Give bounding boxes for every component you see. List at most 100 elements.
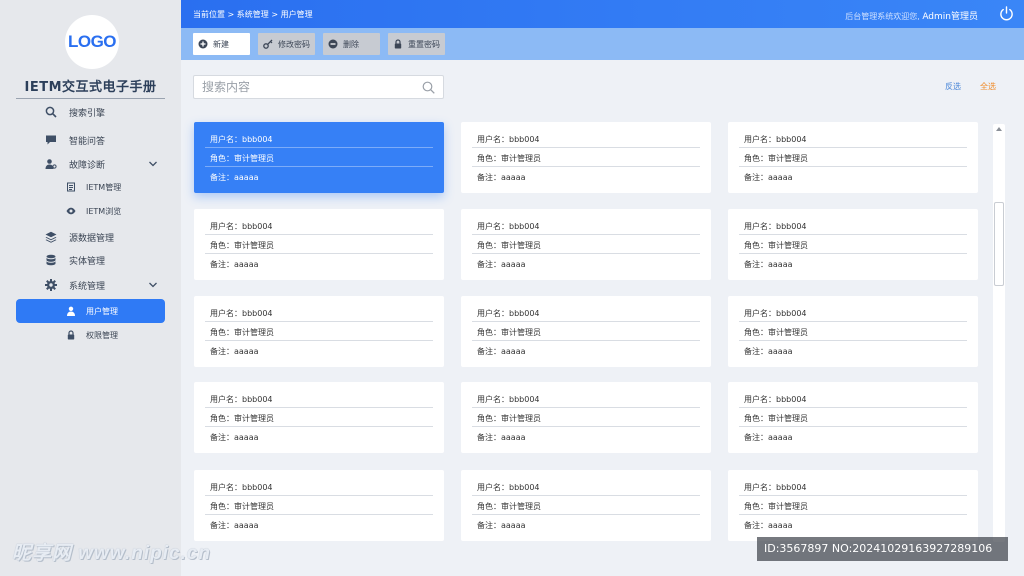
- breadcrumb: 当前位置 > 系统管理 > 用户管理: [193, 10, 313, 19]
- sidebar-item-search[interactable]: 搜索引擎: [0, 101, 181, 123]
- user-card[interactable]: 用户名：bbb004 角色：审计管理员 备注：aaaaa: [461, 382, 711, 453]
- card-role: 角色：审计管理员: [210, 154, 274, 163]
- new-button[interactable]: 新建: [193, 33, 250, 55]
- user-card[interactable]: 用户名：bbb004 角色：审计管理员 备注：aaaaa: [194, 382, 444, 453]
- card-note: 备注：aaaaa: [744, 173, 793, 182]
- card-username: 用户名：bbb004: [477, 395, 540, 404]
- chevron-down-icon: [149, 282, 157, 288]
- user-card[interactable]: 用户名：bbb004 角色：审计管理员 备注：aaaaa: [728, 209, 978, 280]
- divider: [739, 321, 967, 322]
- divider: [472, 340, 700, 341]
- select-all-link[interactable]: 全选: [980, 81, 996, 92]
- document-icon: [66, 182, 76, 192]
- user-card[interactable]: 用户名：bbb004 角色：审计管理员 备注：aaaaa: [194, 470, 444, 541]
- card-username: 用户名：bbb004: [210, 309, 273, 318]
- user-card[interactable]: 用户名：bbb004 角色：审计管理员 备注：aaaaa: [461, 209, 711, 280]
- watermark-id: ID:3567897 NO:20241029163927289106: [757, 537, 1008, 561]
- search-icon[interactable]: [422, 81, 435, 94]
- card-username: 用户名：bbb004: [477, 222, 540, 231]
- divider: [739, 407, 967, 408]
- card-note: 备注：aaaaa: [477, 433, 526, 442]
- logo-text: LOGO: [67, 32, 117, 51]
- card-role: 角色：审计管理员: [744, 502, 808, 511]
- card-role: 角色：审计管理员: [477, 414, 541, 423]
- card-note: 备注：aaaaa: [210, 173, 259, 182]
- welcome-text: 后台管理系统欢迎您, Admin管理员: [845, 9, 978, 22]
- user-card[interactable]: 用户名：bbb004 角色：审计管理员 备注：aaaaa: [461, 470, 711, 541]
- card-role: 角色：审计管理员: [744, 414, 808, 423]
- reset-password-button[interactable]: 重置密码: [388, 33, 445, 55]
- user-card[interactable]: 用户名：bbb004 角色：审计管理员 备注：aaaaa: [194, 209, 444, 280]
- power-icon[interactable]: [999, 6, 1014, 21]
- card-note: 备注：aaaaa: [744, 260, 793, 269]
- card-username: 用户名：bbb004: [210, 483, 273, 492]
- sidebar-item-label: IETM管理: [86, 182, 122, 192]
- sidebar-item-system[interactable]: 系统管理: [0, 274, 181, 296]
- sidebar-item-ietm-manage[interactable]: IETM管理: [0, 176, 181, 198]
- sidebar-item-source-data[interactable]: 源数据管理: [0, 226, 181, 248]
- card-username: 用户名：bbb004: [744, 222, 807, 231]
- sidebar-item-entity[interactable]: 实体管理: [0, 249, 181, 271]
- invert-selection-link[interactable]: 反选: [945, 81, 961, 92]
- scrollbar-thumb[interactable]: [994, 202, 1004, 286]
- sidebar-item-label: 用户管理: [86, 306, 118, 316]
- user-card[interactable]: 用户名：bbb004 角色：审计管理员 备注：aaaaa: [194, 296, 444, 367]
- lock-icon: [393, 39, 403, 49]
- user-card[interactable]: 用户名：bbb004 角色：审计管理员 备注：aaaaa: [728, 296, 978, 367]
- divider: [205, 234, 433, 235]
- gear-icon: [45, 279, 57, 291]
- divider: [739, 340, 967, 341]
- card-note: 备注：aaaaa: [477, 347, 526, 356]
- user-card[interactable]: 用户名：bbb004 角色：审计管理员 备注：aaaaa: [728, 470, 978, 541]
- user-card[interactable]: 用户名：bbb004 角色：审计管理员 备注：aaaaa: [461, 122, 711, 193]
- scroll-up-arrow-icon[interactable]: [996, 127, 1002, 131]
- card-role: 角色：审计管理员: [477, 328, 541, 337]
- delete-button[interactable]: 删除: [323, 33, 380, 55]
- scrollbar[interactable]: [993, 124, 1005, 542]
- sidebar-item-label: IETM浏览: [86, 206, 122, 216]
- user-card[interactable]: 用户名：bbb004 角色：审计管理员 备注：aaaaa: [194, 122, 444, 193]
- card-note: 备注：aaaaa: [744, 521, 793, 530]
- divider: [739, 234, 967, 235]
- user-card[interactable]: 用户名：bbb004 角色：审计管理员 备注：aaaaa: [728, 382, 978, 453]
- card-role: 角色：审计管理员: [210, 328, 274, 337]
- divider: [472, 514, 700, 515]
- divider: [472, 321, 700, 322]
- sidebar-item-permissions[interactable]: 权限管理: [0, 324, 181, 346]
- divider: [472, 253, 700, 254]
- minus-circle-icon: [328, 39, 338, 49]
- card-note: 备注：aaaaa: [210, 433, 259, 442]
- card-role: 角色：审计管理员: [477, 502, 541, 511]
- card-role: 角色：审计管理员: [744, 241, 808, 250]
- diagnosis-icon: [45, 158, 57, 170]
- sidebar-item-users[interactable]: 用户管理: [16, 299, 165, 323]
- divider: [16, 98, 165, 99]
- change-password-button[interactable]: 修改密码: [258, 33, 315, 55]
- divider: [205, 514, 433, 515]
- divider: [205, 426, 433, 427]
- card-username: 用户名：bbb004: [744, 309, 807, 318]
- card-username: 用户名：bbb004: [210, 135, 273, 144]
- card-username: 用户名：bbb004: [744, 483, 807, 492]
- search-input[interactable]: [194, 76, 414, 98]
- search-box: [193, 75, 444, 99]
- divider: [205, 407, 433, 408]
- divider: [739, 147, 967, 148]
- sidebar-item-diagnosis[interactable]: 故障诊断: [0, 153, 181, 175]
- divider: [472, 234, 700, 235]
- delete-label: 删除: [343, 39, 359, 49]
- divider: [205, 147, 433, 148]
- lock-icon: [66, 330, 76, 340]
- card-note: 备注：aaaaa: [744, 347, 793, 356]
- divider: [205, 321, 433, 322]
- divider: [205, 253, 433, 254]
- sidebar-item-qa[interactable]: 智能问答: [0, 129, 181, 151]
- card-role: 角色：审计管理员: [210, 502, 274, 511]
- card-role: 角色：审计管理员: [210, 241, 274, 250]
- card-username: 用户名：bbb004: [477, 309, 540, 318]
- sidebar-item-ietm-browse[interactable]: IETM浏览: [0, 200, 181, 222]
- user-card[interactable]: 用户名：bbb004 角色：审计管理员 备注：aaaaa: [728, 122, 978, 193]
- user-card[interactable]: 用户名：bbb004 角色：审计管理员 备注：aaaaa: [461, 296, 711, 367]
- divider: [739, 426, 967, 427]
- divider: [472, 407, 700, 408]
